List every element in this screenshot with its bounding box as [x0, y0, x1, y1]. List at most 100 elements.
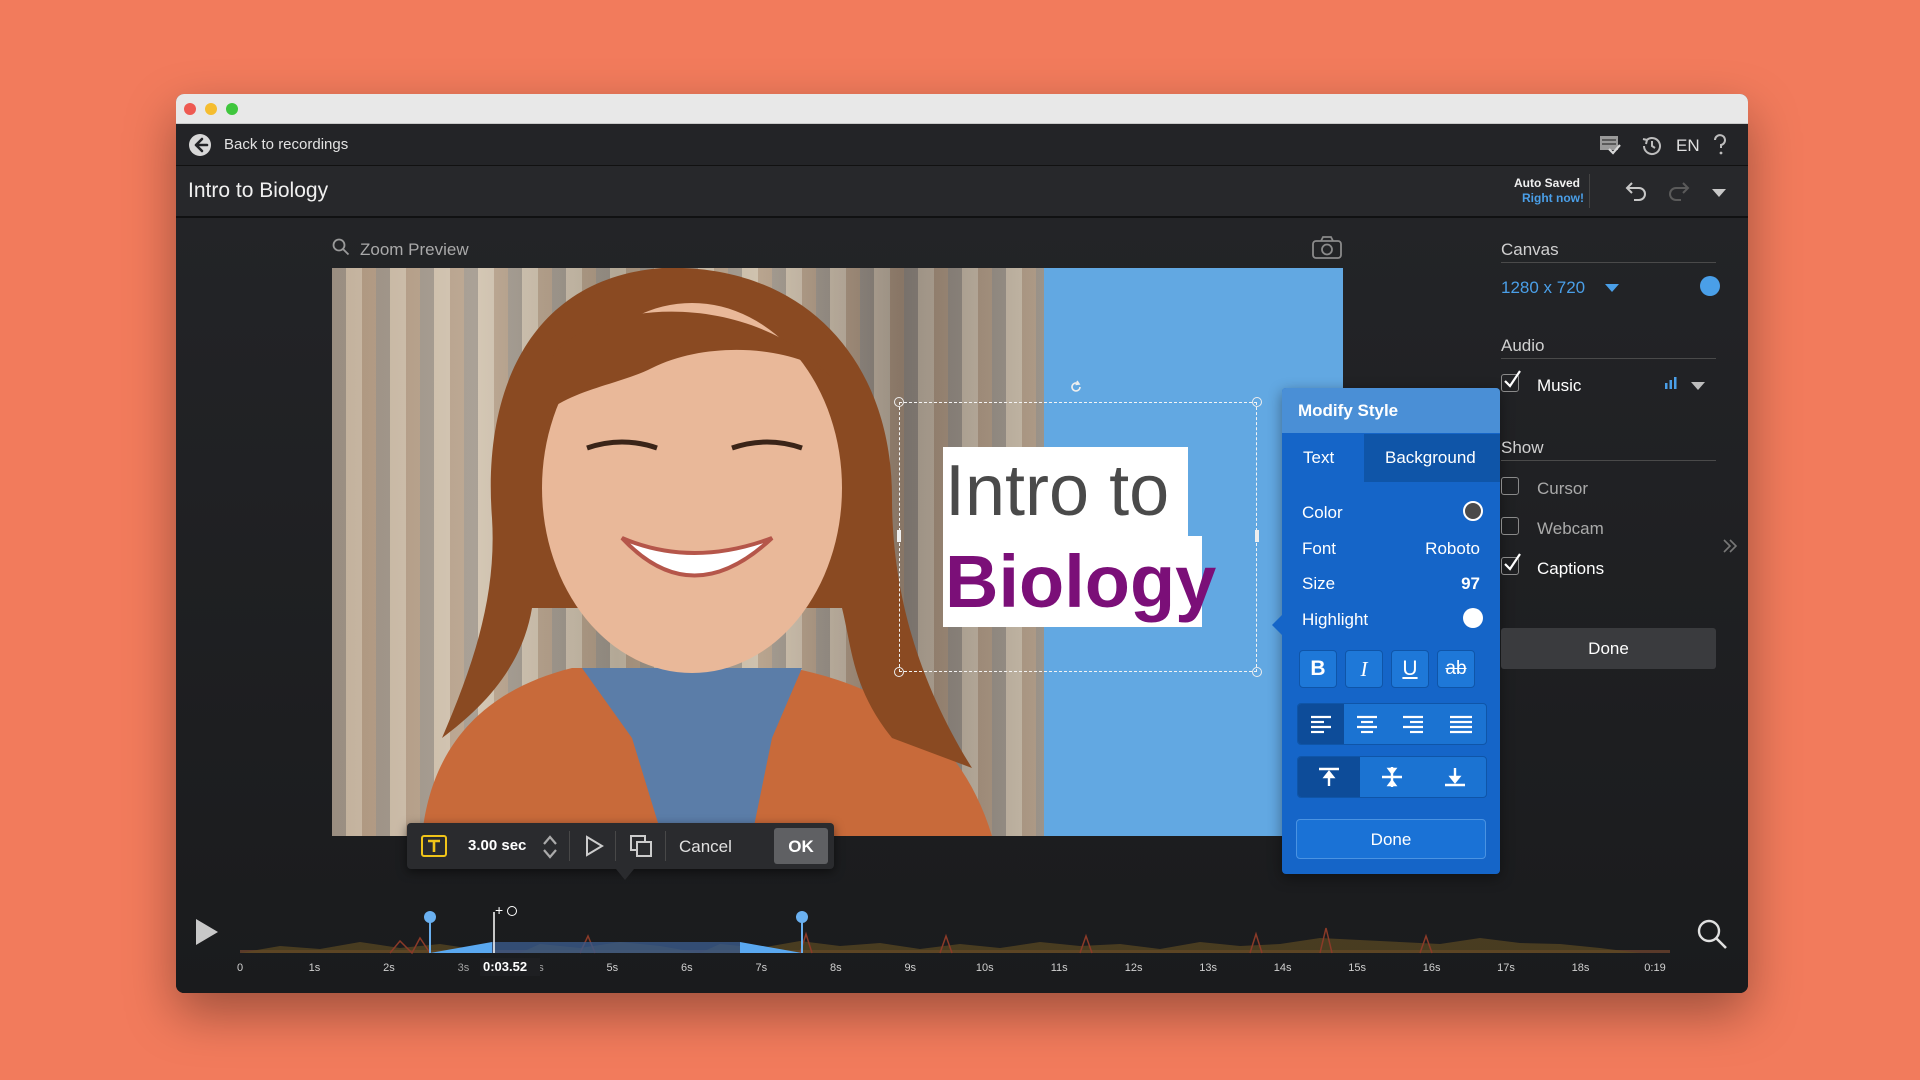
search-icon[interactable]: [332, 238, 350, 256]
timeline-tick-label: 0: [236, 962, 244, 974]
duration-stepper-icon[interactable]: [542, 833, 558, 861]
strikethrough-button[interactable]: ab: [1437, 650, 1475, 688]
sidebar-done-button[interactable]: Done: [1501, 628, 1716, 669]
captions-checkbox[interactable]: [1501, 553, 1521, 575]
back-to-recordings-link[interactable]: Back to recordings: [224, 136, 348, 153]
play-button[interactable]: [194, 917, 220, 947]
resize-handle-top-left[interactable]: [894, 397, 904, 407]
timeline-tick-label: 13s: [1199, 962, 1218, 974]
clip-toolbar: 3.00 sec Cancel OK: [407, 823, 834, 880]
panel-title: Modify Style: [1298, 401, 1399, 420]
audio-waveform: [240, 911, 1670, 955]
app-window: Back to recordings EN Intro to Biology A…: [176, 94, 1748, 993]
back-arrow-icon[interactable]: [188, 133, 212, 157]
panel-pointer: [1272, 615, 1282, 635]
highlight-swatch[interactable]: [1463, 608, 1483, 628]
tab-background[interactable]: Background: [1364, 434, 1500, 482]
align-justify-button[interactable]: [1436, 704, 1486, 744]
editor-main: Zoom Preview Intro to Biology Modify Sty…: [176, 218, 1748, 993]
valign-middle-button[interactable]: [1360, 757, 1424, 797]
webcam-label: Webcam: [1537, 519, 1604, 538]
divider: [569, 831, 570, 861]
timeline-tick-label: 1s: [308, 962, 321, 974]
timeline-ruler: 01s2s3s4s5s6s7s8s9s10s11s12s13s14s15s16s…: [236, 962, 1670, 982]
auto-saved-label: Auto Saved: [1514, 176, 1581, 190]
underline-button[interactable]: U: [1391, 650, 1429, 688]
timeline-tick-label: 9s: [904, 962, 917, 974]
top-nav-bar: Back to recordings EN: [176, 124, 1748, 166]
chevron-down-icon[interactable]: [1691, 382, 1705, 391]
tab-text[interactable]: Text: [1282, 434, 1363, 482]
divider: [615, 831, 616, 861]
timeline-tick-label: 11s: [1050, 962, 1068, 974]
timeline-tick-label: 14s: [1273, 962, 1292, 974]
duplicate-icon[interactable]: [629, 834, 653, 858]
cancel-button[interactable]: Cancel: [679, 837, 732, 857]
timeline-track[interactable]: [240, 908, 1670, 964]
canvas-color-swatch[interactable]: [1700, 276, 1720, 296]
valign-top-button[interactable]: [1298, 757, 1360, 797]
current-time: 0:03.52: [483, 959, 528, 974]
video-canvas[interactable]: Intro to Biology: [332, 268, 1343, 836]
redo-icon[interactable]: [1665, 179, 1691, 201]
size-value[interactable]: 97: [1461, 574, 1480, 594]
maximize-window-button[interactable]: [226, 103, 238, 115]
rotate-handle-icon[interactable]: [1069, 380, 1083, 394]
valign-bottom-button[interactable]: [1424, 757, 1486, 797]
chevron-down-icon[interactable]: [1605, 284, 1619, 293]
camera-icon[interactable]: [1311, 236, 1343, 260]
captions-label: Captions: [1537, 559, 1605, 578]
resize-handle-bottom-right[interactable]: [1252, 667, 1262, 677]
align-right-button[interactable]: [1390, 704, 1436, 744]
align-left-button[interactable]: [1298, 704, 1344, 744]
window-titlebar: [176, 94, 1748, 124]
play-icon[interactable]: [584, 835, 604, 857]
color-label: Color: [1302, 503, 1343, 522]
marker-icon[interactable]: [507, 906, 517, 916]
resize-handle-left[interactable]: [897, 530, 901, 542]
close-window-button[interactable]: [184, 103, 196, 115]
bold-button[interactable]: B: [1299, 650, 1337, 688]
text-selection-box[interactable]: [899, 402, 1257, 672]
timeline-tick-label: 2s: [383, 962, 395, 974]
toolbar-pointer: [616, 869, 634, 880]
panel-done-button[interactable]: Done: [1296, 819, 1486, 859]
undo-icon[interactable]: [1624, 179, 1650, 201]
audio-heading: Audio: [1501, 336, 1545, 355]
ok-button[interactable]: OK: [774, 828, 828, 864]
webcam-checkbox[interactable]: [1501, 517, 1519, 535]
modify-style-panel: Modify Style Text Background Color Font …: [1272, 388, 1500, 874]
project-header: Intro to Biology Auto Saved Right now!: [176, 166, 1748, 218]
add-marker-button[interactable]: +: [495, 902, 503, 918]
history-icon[interactable]: [1640, 134, 1664, 158]
language-selector[interactable]: EN: [1676, 136, 1700, 156]
resize-handle-bottom-left[interactable]: [894, 667, 904, 677]
cursor-label: Cursor: [1537, 479, 1589, 498]
project-title[interactable]: Intro to Biology: [188, 179, 328, 203]
chevron-down-icon[interactable]: [1711, 188, 1727, 198]
show-heading: Show: [1501, 438, 1544, 457]
music-checkbox[interactable]: [1501, 370, 1521, 392]
align-center-button[interactable]: [1344, 704, 1390, 744]
timeline-zoom-icon[interactable]: [1696, 918, 1728, 950]
minimize-window-button[interactable]: [205, 103, 217, 115]
clip-duration[interactable]: 3.00 sec: [468, 837, 526, 854]
timeline-tick-label: 3s: [457, 962, 470, 974]
color-swatch[interactable]: [1463, 501, 1483, 521]
canvas-size-dropdown[interactable]: 1280 x 720: [1501, 278, 1585, 298]
resize-handle-top-right[interactable]: [1252, 397, 1262, 407]
canvas-heading: Canvas: [1501, 240, 1559, 259]
timeline-tick-label: 6s: [681, 962, 693, 974]
help-icon[interactable]: [1712, 133, 1728, 157]
export-icon[interactable]: [1598, 134, 1622, 156]
zoom-preview-label[interactable]: Zoom Preview: [360, 240, 469, 260]
properties-sidebar: Canvas 1280 x 720 Audio Music Show Curso…: [1501, 218, 1726, 678]
font-value[interactable]: Roboto: [1425, 539, 1480, 559]
expand-panel-icon[interactable]: [1722, 538, 1738, 554]
cursor-checkbox[interactable]: [1501, 477, 1519, 495]
volume-icon[interactable]: [1664, 376, 1678, 390]
italic-button[interactable]: I: [1345, 650, 1383, 688]
text-clip-icon: [421, 835, 447, 857]
resize-handle-right[interactable]: [1255, 530, 1259, 542]
divider: [1501, 262, 1716, 263]
